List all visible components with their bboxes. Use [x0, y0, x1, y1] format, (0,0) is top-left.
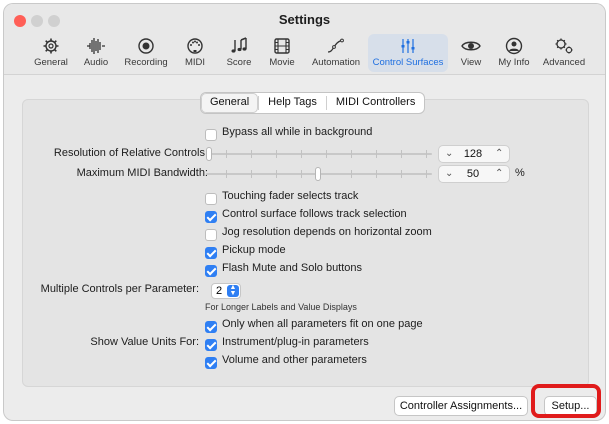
slider-tick	[251, 170, 252, 178]
volume-params-checkbox[interactable]	[205, 357, 217, 369]
slider-tick	[351, 170, 352, 178]
bypass-background-checkbox[interactable]	[205, 129, 217, 141]
pickup-mode-label: Pickup mode	[222, 244, 286, 256]
window-title: Settings	[278, 12, 331, 27]
toolbar-general[interactable]: General	[28, 34, 74, 72]
slider-tick	[426, 150, 427, 158]
fit-one-page-checkbox[interactable]	[205, 321, 217, 333]
tab-general[interactable]: General	[201, 93, 259, 113]
setup-highlight-box	[531, 384, 601, 418]
instrument-params-label: Instrument/plug-in parameters	[222, 336, 369, 348]
midi-bandwidth-label: Maximum MIDI Bandwidth:	[76, 167, 208, 179]
eye-icon	[461, 41, 481, 51]
waveform-icon	[87, 38, 105, 54]
chevron-up-icon[interactable]: ⌃	[495, 168, 503, 179]
gears-icon	[555, 38, 573, 54]
relative-resolution-slider[interactable]	[206, 147, 432, 161]
instrument-params-checkbox[interactable]	[205, 339, 217, 351]
popup-value: 2	[216, 285, 223, 297]
show-value-units-label: Show Value Units For:	[90, 336, 199, 348]
settings-toolbar: General Audio Recording MIDI Score Movie	[4, 34, 605, 72]
slider-tick	[226, 170, 227, 178]
follows-selection-label: Control surface follows track selection	[222, 208, 407, 220]
flash-mute-solo-label: Flash Mute and Solo buttons	[222, 262, 363, 274]
controller-assignments-button[interactable]: Controller Assignments...	[394, 396, 528, 416]
slider-tick	[276, 150, 277, 158]
relative-resolution-label: Resolution of Relative Controls:	[53, 147, 208, 159]
slider-knob[interactable]	[315, 167, 321, 181]
stepper-value: 128	[463, 148, 483, 160]
toolbar-recording[interactable]: Recording	[118, 34, 174, 72]
slider-tick	[401, 170, 402, 178]
toolbar-advanced[interactable]: Advanced	[537, 34, 591, 72]
toolbar-movie[interactable]: Movie	[262, 34, 302, 72]
slider-tick	[401, 150, 402, 158]
stepper-value: 50	[466, 168, 480, 180]
jog-resolution-checkbox[interactable]	[205, 229, 217, 241]
toolbar-label: Advanced	[542, 57, 586, 68]
toolbar-label: Score	[226, 57, 252, 68]
slider-tick	[326, 150, 327, 158]
midi-bandwidth-stepper[interactable]: ⌄ 50 ⌃	[438, 165, 510, 183]
slider-tick	[376, 150, 377, 158]
slider-knob[interactable]	[206, 147, 212, 161]
control-surfaces-icon	[401, 39, 415, 53]
midi-bandwidth-slider[interactable]	[206, 167, 432, 181]
title-bar: Settings General Audio Recording MIDI Sc…	[4, 4, 605, 75]
jog-resolution-label: Jog resolution depends on horizontal zoo…	[222, 226, 432, 238]
chevron-up-icon[interactable]: ⌃	[495, 148, 503, 159]
toolbar-label: Control Surfaces	[372, 57, 444, 68]
slider-track	[206, 153, 432, 155]
gear-icon	[43, 38, 59, 54]
slider-tick	[276, 170, 277, 178]
toolbar-control-surfaces[interactable]: Control Surfaces	[368, 34, 448, 72]
slider-tick	[301, 170, 302, 178]
toolbar-label: Recording	[124, 57, 168, 68]
film-icon	[274, 38, 290, 54]
toolbar-view[interactable]: View	[454, 34, 488, 72]
toolbar-label: View	[460, 57, 482, 68]
settings-window: Settings General Audio Recording MIDI Sc…	[4, 4, 605, 420]
record-icon	[138, 38, 154, 54]
slider-tick	[426, 170, 427, 178]
slider-tick	[376, 170, 377, 178]
chevron-updown-icon: ▲ ▼	[227, 284, 239, 297]
volume-params-label: Volume and other parameters	[222, 354, 367, 366]
person-icon	[505, 37, 523, 55]
relative-resolution-stepper[interactable]: ⌄ 128 ⌃	[438, 145, 510, 163]
multiple-controls-popup[interactable]: 2 ▲ ▼	[211, 283, 241, 299]
music-notes-icon	[231, 37, 247, 53]
slider-tick	[226, 150, 227, 158]
toolbar-label: Audio	[83, 57, 109, 68]
toolbar-label: My Info	[498, 57, 530, 68]
slider-tick	[351, 150, 352, 158]
toolbar-my-info[interactable]: My Info	[494, 34, 534, 72]
bypass-background-label: Bypass all while in background	[222, 126, 373, 138]
touching-fader-checkbox[interactable]	[205, 193, 217, 205]
tab-help-tags[interactable]: Help Tags	[259, 93, 326, 113]
toolbar-label: Automation	[311, 57, 361, 68]
tab-bar: General Help Tags MIDI Controllers	[200, 92, 426, 114]
tab-midi-controllers[interactable]: MIDI Controllers	[327, 93, 424, 113]
toolbar-automation[interactable]: Automation	[307, 34, 365, 72]
toolbar-score[interactable]: Score	[219, 34, 259, 72]
toolbar-midi[interactable]: MIDI	[177, 34, 213, 72]
toolbar-label: Movie	[269, 57, 295, 68]
multiple-controls-label: Multiple Controls per Parameter:	[40, 283, 199, 295]
pickup-mode-checkbox[interactable]	[205, 247, 217, 259]
slider-tick	[251, 150, 252, 158]
percent-unit: %	[515, 167, 525, 179]
toolbar-label: MIDI	[184, 57, 206, 68]
slider-tick	[301, 150, 302, 158]
follows-selection-checkbox[interactable]	[205, 211, 217, 223]
fit-one-page-label: Only when all parameters fit on one page	[222, 318, 423, 330]
toolbar-label: General	[34, 57, 68, 68]
automation-curve-icon	[327, 38, 344, 53]
midi-port-icon	[187, 38, 203, 54]
flash-mute-solo-checkbox[interactable]	[205, 265, 217, 277]
toolbar-audio[interactable]: Audio	[77, 34, 115, 72]
multiple-controls-note: For Longer Labels and Value Displays	[205, 302, 357, 312]
touching-fader-label: Touching fader selects track	[222, 190, 359, 202]
